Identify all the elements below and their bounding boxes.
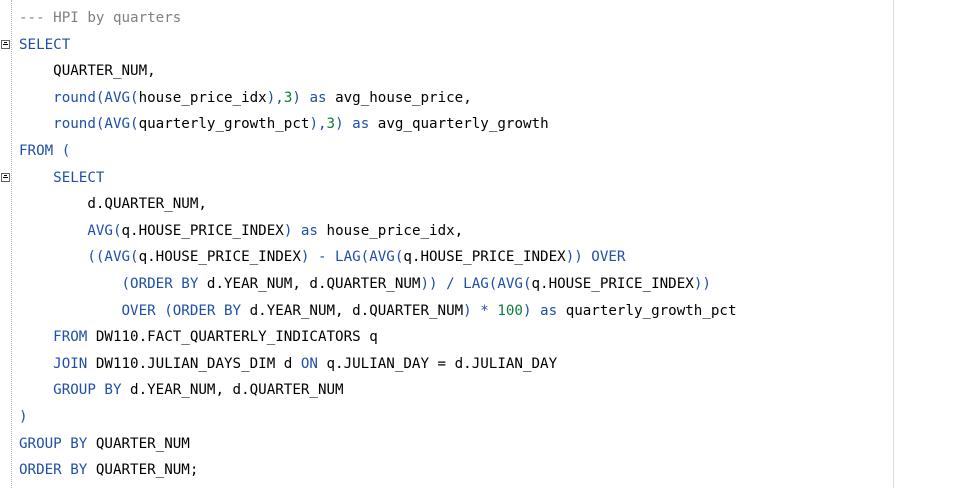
code-identifier: QUARTER_NUM, bbox=[53, 63, 156, 80]
code-keyword: JOIN bbox=[53, 355, 96, 372]
code-line: OVER (ORDER BY d.YEAR_NUM, d.QUARTER_NUM… bbox=[19, 298, 737, 325]
code-identifier: d.YEAR_NUM, d.QUARTER_NUM bbox=[249, 302, 464, 319]
code-keyword: )) OVER bbox=[565, 249, 626, 266]
code-line: QUARTER_NUM, bbox=[19, 58, 737, 85]
right-margin-guide bbox=[893, 0, 894, 488]
code-identifier: q.HOUSE_PRICE_INDEX bbox=[138, 249, 301, 266]
code-identifier: q.HOUSE_PRICE_INDEX bbox=[531, 275, 694, 292]
code-keyword: ) bbox=[19, 408, 28, 425]
code-line: round(AVG(quarterly_growth_pct),3) as av… bbox=[19, 111, 737, 138]
code-line: SELECT bbox=[19, 32, 737, 59]
code-keyword: FROM ( bbox=[19, 142, 71, 159]
code-keyword: GROUP BY bbox=[19, 435, 96, 452]
code-keyword: GROUP BY bbox=[53, 382, 131, 399]
code-keyword: ) - LAG(AVG( bbox=[300, 249, 404, 266]
code-identifier: house_price_idx bbox=[138, 89, 267, 106]
code-identifier: avg_quarterly_growth bbox=[377, 116, 549, 133]
code-line: d.QUARTER_NUM, bbox=[19, 191, 737, 218]
code-line: ORDER BY QUARTER_NUM; bbox=[19, 457, 737, 484]
code-identifier: QUARTER_NUM bbox=[95, 435, 190, 452]
code-keyword: ) as bbox=[335, 116, 378, 133]
code-keyword: ) as bbox=[522, 302, 566, 319]
code-line: round(AVG(house_price_idx),3) as avg_hou… bbox=[19, 85, 737, 112]
code-keyword: (ORDER BY bbox=[121, 275, 207, 292]
code-line: (ORDER BY d.YEAR_NUM, d.QUARTER_NUM)) / … bbox=[19, 271, 737, 298]
fold-guide-line bbox=[11, 0, 12, 488]
code-identifier: d.YEAR_NUM, d.QUARTER_NUM bbox=[130, 382, 344, 399]
code-identifier: q.JULIAN_DAY = d.JULIAN_DAY bbox=[326, 355, 558, 372]
code-identifier: quarterly_growth_pct bbox=[565, 302, 737, 319]
code-line: ((AVG(q.HOUSE_PRICE_INDEX) - LAG(AVG(q.H… bbox=[19, 244, 737, 271]
code-identifier: house_price_idx, bbox=[326, 222, 464, 239]
code-identifier: q.HOUSE_PRICE_INDEX bbox=[403, 249, 566, 266]
code-keyword: ) * bbox=[463, 302, 498, 319]
code-line: GROUP BY d.YEAR_NUM, d.QUARTER_NUM bbox=[19, 377, 737, 404]
code-identifier: d.YEAR_NUM, d.QUARTER_NUM bbox=[206, 275, 421, 292]
code-keyword: FROM bbox=[53, 329, 96, 346]
code-line: GROUP BY QUARTER_NUM bbox=[19, 431, 737, 458]
code-keyword: ((AVG( bbox=[87, 249, 139, 266]
code-identifier: avg_house_price, bbox=[335, 89, 472, 106]
code-line: AVG(q.HOUSE_PRICE_INDEX) as house_price_… bbox=[19, 218, 737, 245]
code-line: FROM ( bbox=[19, 138, 737, 165]
code-keyword: ON bbox=[300, 355, 327, 372]
code-keyword: ORDER BY bbox=[19, 462, 96, 479]
code-number: 100 bbox=[497, 302, 523, 319]
code-number: 3 bbox=[326, 116, 336, 133]
code-keyword: )) / LAG(AVG( bbox=[420, 275, 532, 292]
sql-code-area[interactable]: --- HPI by quarters SELECT QUARTER_NUM, r… bbox=[19, 5, 737, 484]
code-line: ) bbox=[19, 404, 737, 431]
code-identifier: d.QUARTER_NUM, bbox=[87, 196, 207, 213]
code-identifier: quarterly_growth_pct bbox=[138, 116, 310, 133]
code-keyword: ), bbox=[309, 116, 327, 133]
code-line: JOIN DW110.JULIAN_DAYS_DIM d ON q.JULIAN… bbox=[19, 351, 737, 378]
code-line: FROM DW110.FACT_QUARTERLY_INDICATORS q bbox=[19, 324, 737, 351]
code-keyword: ) as bbox=[292, 89, 336, 106]
code-keyword: ), bbox=[266, 89, 284, 106]
code-identifier: q.HOUSE_PRICE_INDEX bbox=[121, 222, 284, 239]
code-keyword: OVER (ORDER BY bbox=[121, 302, 250, 319]
code-keyword: round(AVG( bbox=[53, 116, 139, 133]
fold-collapse-icon[interactable] bbox=[1, 39, 10, 49]
code-keyword: SELECT bbox=[19, 36, 71, 53]
code-line: SELECT bbox=[19, 165, 737, 192]
code-keyword: round(AVG( bbox=[53, 89, 139, 106]
code-identifier: DW110.JULIAN_DAYS_DIM d bbox=[95, 355, 301, 372]
fold-collapse-icon[interactable] bbox=[1, 172, 10, 182]
code-keyword: )) bbox=[693, 275, 711, 292]
code-identifier: DW110.FACT_QUARTERLY_INDICATORS q bbox=[95, 329, 378, 346]
code-keyword: ) as bbox=[283, 222, 327, 239]
code-keyword: AVG( bbox=[87, 222, 122, 239]
code-keyword: SELECT bbox=[53, 169, 105, 186]
code-line: --- HPI by quarters bbox=[19, 5, 737, 32]
code-comment: --- HPI by quarters bbox=[19, 10, 182, 26]
code-identifier: QUARTER_NUM; bbox=[95, 462, 199, 479]
